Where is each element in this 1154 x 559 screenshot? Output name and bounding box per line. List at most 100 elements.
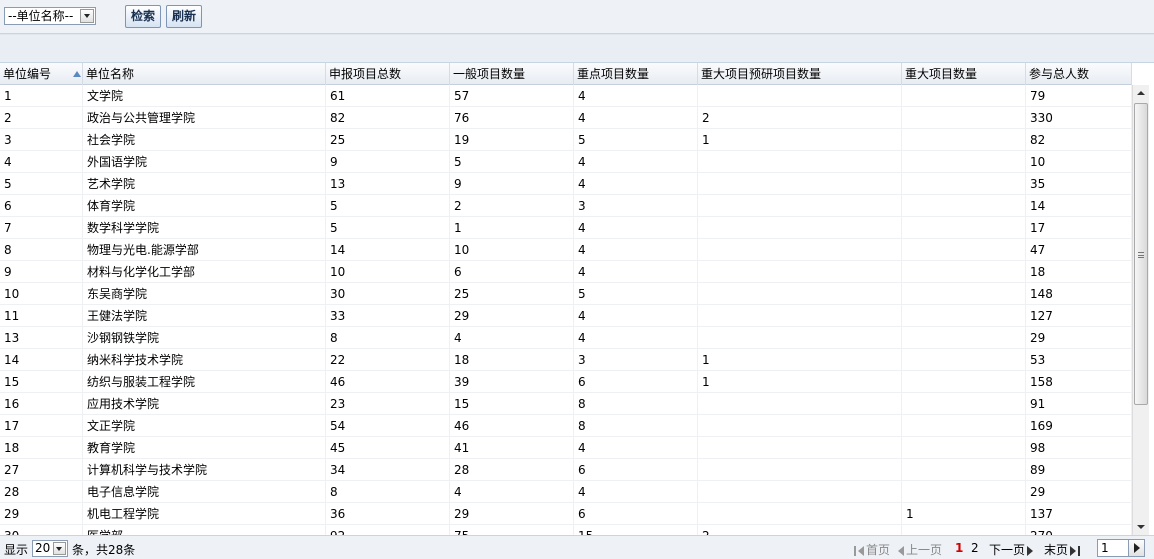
table-row[interactable]: 1 文学院 61 57 4 79 (0, 85, 1132, 107)
last-page-label: 末页 (1044, 543, 1069, 557)
scroll-up-icon[interactable] (1133, 85, 1149, 101)
cell-key-projects: 5 (574, 283, 698, 305)
cell-key-projects: 4 (574, 151, 698, 173)
table-row[interactable]: 18 教育学院 45 41 4 98 (0, 437, 1132, 459)
first-page-link[interactable]: 首页 (854, 541, 890, 558)
table-row[interactable]: 5 艺术学院 13 9 4 35 (0, 173, 1132, 195)
page-size-select[interactable]: 20 (32, 540, 68, 557)
cell-unit-id: 9 (0, 261, 83, 283)
table-row[interactable]: 27 计算机科学与技术学院 34 28 6 89 (0, 459, 1132, 481)
last-page-icon (1070, 545, 1077, 556)
chevron-down-icon[interactable] (80, 9, 94, 23)
cell-unit-name: 材料与化学化工学部 (83, 261, 326, 283)
cell-unit-name: 数学科学学院 (83, 217, 326, 239)
refresh-button[interactable]: 刷新 (166, 5, 202, 28)
cell-general-projects: 6 (450, 261, 574, 283)
cell-major-projects (902, 107, 1026, 129)
vertical-scrollbar[interactable] (1132, 85, 1149, 535)
cell-major-pre-research: 1 (698, 371, 902, 393)
cell-major-pre-research (698, 305, 902, 327)
cell-participants: 91 (1026, 393, 1132, 415)
table-row[interactable]: 6 体育学院 5 2 3 14 (0, 195, 1132, 217)
cell-general-projects: 9 (450, 173, 574, 195)
cell-participants: 53 (1026, 349, 1132, 371)
cell-key-projects: 6 (574, 371, 698, 393)
cell-major-projects (902, 327, 1026, 349)
cell-general-projects: 10 (450, 239, 574, 261)
header-col-unit-name[interactable]: 单位名称 (83, 63, 326, 85)
header-col-total-projects[interactable]: 申报项目总数 (326, 63, 450, 85)
table-row[interactable]: 7 数学科学学院 5 1 4 17 (0, 217, 1132, 239)
table-row[interactable]: 8 物理与光电.能源学部 14 10 4 47 (0, 239, 1132, 261)
cell-total-projects: 10 (326, 261, 450, 283)
show-label: 显示 (4, 543, 29, 557)
header-col-participants[interactable]: 参与总人数 (1026, 63, 1132, 85)
page-link-2[interactable]: 2 (971, 541, 979, 555)
cell-general-projects: 76 (450, 107, 574, 129)
cell-major-projects (902, 217, 1026, 239)
table-row[interactable]: 14 纳米科学技术学院 22 18 3 1 53 (0, 349, 1132, 371)
cell-total-projects: 45 (326, 437, 450, 459)
cell-general-projects: 2 (450, 195, 574, 217)
previous-page-link[interactable]: 上一页 (898, 541, 942, 558)
table-row[interactable]: 10 东吴商学院 30 25 5 148 (0, 283, 1132, 305)
header-col-key-projects[interactable]: 重点项目数量 (574, 63, 698, 85)
go-arrow-icon[interactable] (1128, 540, 1144, 556)
cell-total-projects: 14 (326, 239, 450, 261)
cell-major-pre-research: 1 (698, 349, 902, 371)
cell-key-projects: 4 (574, 239, 698, 261)
goto-page-input[interactable]: 1 (1097, 539, 1145, 557)
table-row[interactable]: 28 电子信息学院 8 4 4 29 (0, 481, 1132, 503)
cell-total-projects: 46 (326, 371, 450, 393)
cell-key-projects: 4 (574, 437, 698, 459)
chevron-down-icon[interactable] (53, 542, 66, 555)
unit-name-select[interactable]: --单位名称-- (4, 7, 96, 25)
cell-participants: 29 (1026, 481, 1132, 503)
header-col-general-projects[interactable]: 一般项目数量 (450, 63, 574, 85)
cell-participants: 29 (1026, 327, 1132, 349)
table-row[interactable]: 29 机电工程学院 36 29 6 1 137 (0, 503, 1132, 525)
cell-total-projects: 36 (326, 503, 450, 525)
table-row[interactable]: 2 政治与公共管理学院 82 76 4 2 330 (0, 107, 1132, 129)
page-link-1[interactable]: 1 (955, 541, 963, 555)
scroll-thumb[interactable] (1134, 103, 1148, 405)
cell-total-projects: 5 (326, 217, 450, 239)
header-label: 一般项目数量 (453, 67, 526, 81)
header-col-unit-id[interactable]: 单位编号 (0, 63, 83, 85)
cell-key-projects: 5 (574, 129, 698, 151)
cell-unit-name: 王健法学院 (83, 305, 326, 327)
cell-unit-name: 东吴商学院 (83, 283, 326, 305)
cell-total-projects: 34 (326, 459, 450, 481)
cell-total-projects: 8 (326, 481, 450, 503)
scroll-down-icon[interactable] (1133, 519, 1149, 535)
table-row[interactable]: 30医学部9275152 270 (0, 525, 1132, 535)
search-button[interactable]: 检索 (125, 5, 161, 28)
cell-unit-id: 17 (0, 415, 83, 437)
table-row[interactable]: 17 文正学院 54 46 8 169 (0, 415, 1132, 437)
app-window: --单位名称-- 检索 刷新 单位编号 单位名称 申报项目总数 一般项目数量 重点项目数… (0, 0, 1154, 559)
sort-ascending-icon[interactable] (73, 71, 81, 77)
table-row[interactable]: 4 外国语学院 9 5 4 10 (0, 151, 1132, 173)
cell-participants: 47 (1026, 239, 1132, 261)
cell-participants: 18 (1026, 261, 1132, 283)
header-col-major-projects[interactable]: 重大项目数量 (902, 63, 1026, 85)
next-page-link[interactable]: 下一页 (989, 541, 1035, 558)
next-page-label: 下一页 (989, 543, 1026, 557)
cell-participants: 10 (1026, 151, 1132, 173)
table-row[interactable]: 9 材料与化学化工学部 10 6 4 18 (0, 261, 1132, 283)
cell-unit-name: 社会学院 (83, 129, 326, 151)
table-row[interactable]: 16 应用技术学院 23 15 8 91 (0, 393, 1132, 415)
table-row[interactable]: 3 社会学院 25 19 5 1 82 (0, 129, 1132, 151)
cell-unit-id: 13 (0, 327, 83, 349)
cell-key-projects: 4 (574, 173, 698, 195)
header-col-major-pre-research[interactable]: 重大项目预研项目数量 (698, 63, 902, 85)
table-row[interactable]: 15 纺织与服装工程学院 46 39 6 1 158 (0, 371, 1132, 393)
cell-total-projects: 25 (326, 129, 450, 151)
cell-participants: 79 (1026, 85, 1132, 107)
table-row[interactable]: 11 王健法学院 33 29 4 127 (0, 305, 1132, 327)
cell-major-projects (902, 283, 1026, 305)
grid-title-bar (0, 34, 1154, 63)
last-page-link[interactable]: 末页 (1044, 541, 1082, 558)
table-row[interactable]: 13 沙钢钢铁学院 8 4 4 29 (0, 327, 1132, 349)
cell-participants: 17 (1026, 217, 1132, 239)
